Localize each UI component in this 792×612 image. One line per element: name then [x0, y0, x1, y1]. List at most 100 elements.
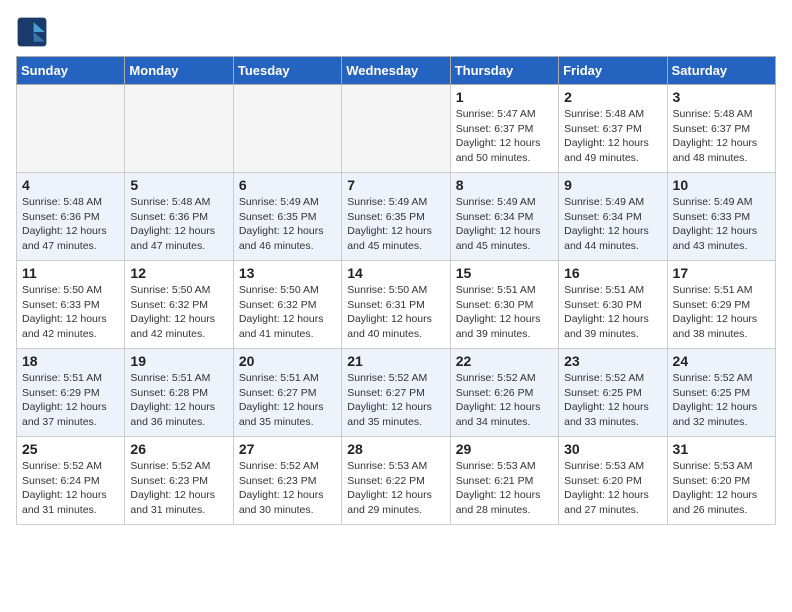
day-cell: 4Sunrise: 5:48 AMSunset: 6:36 PMDaylight… — [17, 173, 125, 261]
day-cell: 30 Sunrise: 5:53 AMSunset: 6:20 PMDayligh… — [559, 437, 667, 525]
day-cell: 13Sunrise: 5:50 AMSunset: 6:32 PMDayligh… — [233, 261, 341, 349]
header-friday: Friday — [559, 57, 667, 85]
page-header — [16, 16, 776, 48]
day-info: Sunrise: 5:53 AMSunset: 6:20 PMDaylight:… — [673, 459, 770, 518]
day-info: Sunrise: 5:52 AMSunset: 6:27 PMDaylight:… — [347, 371, 444, 430]
day-number: 7 — [347, 177, 444, 193]
day-number: 19 — [130, 353, 227, 369]
day-info: Sunrise: 5:48 AMSunset: 6:37 PMDaylight:… — [564, 107, 661, 166]
day-number: 10 — [673, 177, 770, 193]
day-number: 13 — [239, 265, 336, 281]
day-cell: 21 Sunrise: 5:52 AMSunset: 6:27 PMDayligh… — [342, 349, 450, 437]
day-info: Sunrise: 5:52 AMSunset: 6:23 PMDaylight:… — [130, 459, 227, 518]
logo-icon — [16, 16, 48, 48]
day-cell: 1Sunrise: 5:47 AMSunset: 6:37 PMDaylight… — [450, 85, 558, 173]
day-number: 20 — [239, 353, 336, 369]
calendar-table: SundayMondayTuesdayWednesdayThursdayFrid… — [16, 56, 776, 525]
day-cell: 29Sunrise: 5:53 AMSunset: 6:21 PMDayligh… — [450, 437, 558, 525]
day-number: 22 — [456, 353, 553, 369]
day-cell: 18 Sunrise: 5:51 AMSunset: 6:29 PMDayligh… — [17, 349, 125, 437]
day-number: 27 — [239, 441, 336, 457]
week-row-4: 18 Sunrise: 5:51 AMSunset: 6:29 PMDayligh… — [17, 349, 776, 437]
day-number: 25 — [22, 441, 119, 457]
day-info: Sunrise: 5:48 AMSunset: 6:37 PMDaylight:… — [673, 107, 770, 166]
day-info: Sunrise: 5:53 AMSunset: 6:20 PMDaylight:… — [564, 459, 661, 518]
day-number: 14 — [347, 265, 444, 281]
day-info: Sunrise: 5:49 AMSunset: 6:35 PMDaylight:… — [239, 195, 336, 254]
day-info: Sunrise: 5:51 AMSunset: 6:29 PMDaylight:… — [673, 283, 770, 342]
day-info: Sunrise: 5:49 AMSunset: 6:34 PMDaylight:… — [564, 195, 661, 254]
logo — [16, 16, 52, 48]
day-number: 24 — [673, 353, 770, 369]
day-cell: 23 Sunrise: 5:52 AMSunset: 6:25 PMDayligh… — [559, 349, 667, 437]
day-cell: 5Sunrise: 5:48 AMSunset: 6:36 PMDaylight… — [125, 173, 233, 261]
day-number: 21 — [347, 353, 444, 369]
header-thursday: Thursday — [450, 57, 558, 85]
day-cell — [233, 85, 341, 173]
day-cell: 15 Sunrise: 5:51 AMSunset: 6:30 PMDayligh… — [450, 261, 558, 349]
header-sunday: Sunday — [17, 57, 125, 85]
calendar-header-row: SundayMondayTuesdayWednesdayThursdayFrid… — [17, 57, 776, 85]
day-number: 9 — [564, 177, 661, 193]
day-cell: 25Sunrise: 5:52 AMSunset: 6:24 PMDayligh… — [17, 437, 125, 525]
week-row-5: 25Sunrise: 5:52 AMSunset: 6:24 PMDayligh… — [17, 437, 776, 525]
day-cell: 24 Sunrise: 5:52 AMSunset: 6:25 PMDayligh… — [667, 349, 775, 437]
day-number: 26 — [130, 441, 227, 457]
day-info: Sunrise: 5:49 AMSunset: 6:33 PMDaylight:… — [673, 195, 770, 254]
day-number: 16 — [564, 265, 661, 281]
day-cell: 6 Sunrise: 5:49 AMSunset: 6:35 PMDaylight… — [233, 173, 341, 261]
header-tuesday: Tuesday — [233, 57, 341, 85]
day-number: 8 — [456, 177, 553, 193]
day-number: 4 — [22, 177, 119, 193]
day-cell: 20Sunrise: 5:51 AMSunset: 6:27 PMDayligh… — [233, 349, 341, 437]
week-row-2: 4 Sunrise: 5:48 AMSunset: 6:36 PMDaylight… — [17, 173, 776, 261]
day-info: Sunrise: 5:53 AMSunset: 6:22 PMDaylight:… — [347, 459, 444, 518]
day-info: Sunrise: 5:52 AMSunset: 6:25 PMDaylight:… — [564, 371, 661, 430]
day-cell — [17, 85, 125, 173]
day-number: 15 — [456, 265, 553, 281]
day-cell — [125, 85, 233, 173]
day-cell: 27 Sunrise: 5:52 AMSunset: 6:23 PMDayligh… — [233, 437, 341, 525]
day-number: 18 — [22, 353, 119, 369]
day-cell — [342, 85, 450, 173]
day-number: 17 — [673, 265, 770, 281]
day-cell: 16 Sunrise: 5:51 AMSunset: 6:30 PMDayligh… — [559, 261, 667, 349]
day-cell: 9 Sunrise: 5:49 AMSunset: 6:34 PMDaylight… — [559, 173, 667, 261]
day-cell: 2 Sunrise: 5:48 AMSunset: 6:37 PMDaylight… — [559, 85, 667, 173]
day-cell: 8Sunrise: 5:49 AMSunset: 6:34 PMDaylight… — [450, 173, 558, 261]
day-number: 1 — [456, 89, 553, 105]
day-number: 3 — [673, 89, 770, 105]
day-cell: 19 Sunrise: 5:51 AMSunset: 6:28 PMDayligh… — [125, 349, 233, 437]
day-cell: 17 Sunrise: 5:51 AMSunset: 6:29 PMDayligh… — [667, 261, 775, 349]
day-info: Sunrise: 5:51 AMSunset: 6:29 PMDaylight:… — [22, 371, 119, 430]
day-number: 2 — [564, 89, 661, 105]
day-cell: 26 Sunrise: 5:52 AMSunset: 6:23 PMDayligh… — [125, 437, 233, 525]
day-cell: 28 Sunrise: 5:53 AMSunset: 6:22 PMDayligh… — [342, 437, 450, 525]
day-number: 11 — [22, 265, 119, 281]
day-info: Sunrise: 5:53 AMSunset: 6:21 PMDaylight:… — [456, 459, 553, 518]
day-number: 23 — [564, 353, 661, 369]
day-info: Sunrise: 5:52 AMSunset: 6:23 PMDaylight:… — [239, 459, 336, 518]
day-info: Sunrise: 5:49 AMSunset: 6:35 PMDaylight:… — [347, 195, 444, 254]
day-number: 31 — [673, 441, 770, 457]
day-number: 28 — [347, 441, 444, 457]
header-monday: Monday — [125, 57, 233, 85]
day-info: Sunrise: 5:52 AMSunset: 6:26 PMDaylight:… — [456, 371, 553, 430]
day-info: Sunrise: 5:52 AMSunset: 6:25 PMDaylight:… — [673, 371, 770, 430]
day-number: 6 — [239, 177, 336, 193]
day-cell: 31 Sunrise: 5:53 AMSunset: 6:20 PMDayligh… — [667, 437, 775, 525]
day-info: Sunrise: 5:50 AMSunset: 6:32 PMDaylight:… — [130, 283, 227, 342]
day-cell: 10 Sunrise: 5:49 AMSunset: 6:33 PMDayligh… — [667, 173, 775, 261]
day-number: 30 — [564, 441, 661, 457]
day-info: Sunrise: 5:51 AMSunset: 6:28 PMDaylight:… — [130, 371, 227, 430]
header-wednesday: Wednesday — [342, 57, 450, 85]
week-row-1: 1Sunrise: 5:47 AMSunset: 6:37 PMDaylight… — [17, 85, 776, 173]
day-info: Sunrise: 5:50 AMSunset: 6:33 PMDaylight:… — [22, 283, 119, 342]
week-row-3: 11 Sunrise: 5:50 AMSunset: 6:33 PMDayligh… — [17, 261, 776, 349]
day-info: Sunrise: 5:51 AMSunset: 6:30 PMDaylight:… — [456, 283, 553, 342]
day-info: Sunrise: 5:48 AMSunset: 6:36 PMDaylight:… — [130, 195, 227, 254]
day-cell: 22 Sunrise: 5:52 AMSunset: 6:26 PMDayligh… — [450, 349, 558, 437]
day-info: Sunrise: 5:51 AMSunset: 6:30 PMDaylight:… — [564, 283, 661, 342]
day-cell: 14Sunrise: 5:50 AMSunset: 6:31 PMDayligh… — [342, 261, 450, 349]
header-saturday: Saturday — [667, 57, 775, 85]
